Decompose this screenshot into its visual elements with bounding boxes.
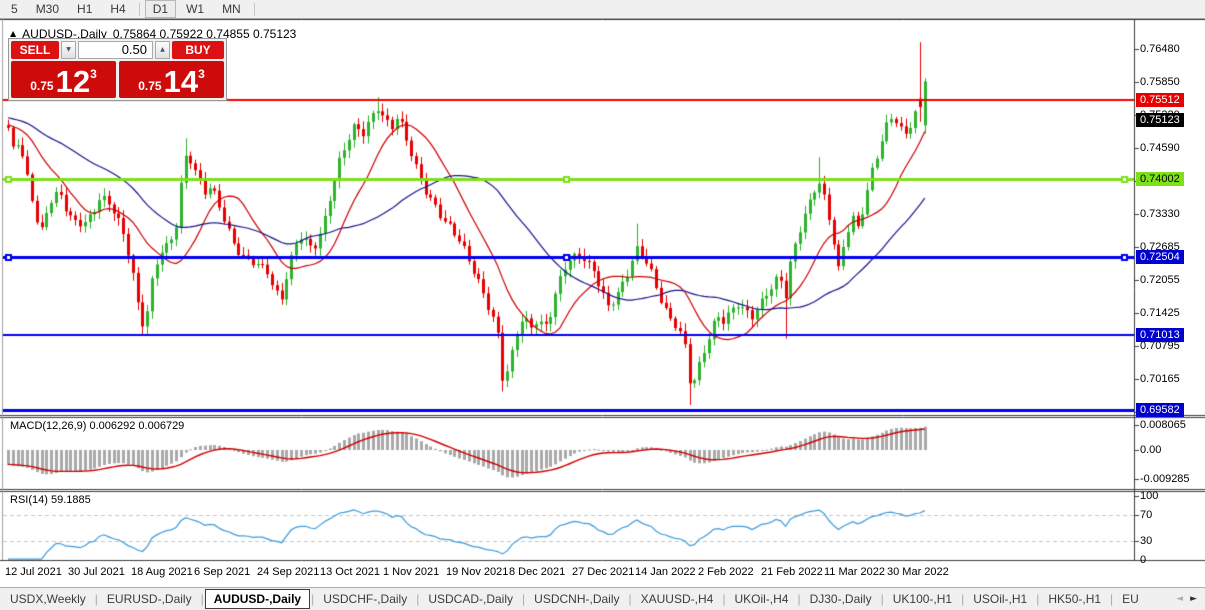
- price-level-chip[interactable]: 0.72504: [1136, 250, 1184, 264]
- date-label: 24 Sep 2021: [257, 566, 319, 578]
- sell-price-prefix: 0.75: [30, 79, 53, 93]
- price-level-chip[interactable]: 0.75512: [1136, 93, 1184, 107]
- toolbar-separator: [139, 3, 140, 16]
- macd-scale-label: -0.009285: [1140, 473, 1190, 485]
- sell-button[interactable]: SELL: [11, 41, 59, 59]
- symbol-tab[interactable]: HK50-,H1: [1040, 589, 1109, 609]
- date-label: 19 Nov 2021: [446, 566, 508, 578]
- symbol-tab[interactable]: USDCNH-,Daily: [526, 589, 627, 609]
- tabs-scroll-left-icon[interactable]: ◄: [1176, 594, 1183, 604]
- one-click-trade-panel: SELL ▼ 0.50 ▲ BUY 0.75 12 3 0.75 14 3: [8, 38, 227, 101]
- tf-w1[interactable]: W1: [178, 0, 212, 18]
- chart-window: ▲ AUDUSD-,Daily 0.75864 0.75922 0.74855 …: [0, 19, 1205, 587]
- date-label: 6 Sep 2021: [194, 566, 250, 578]
- sell-price-pipette: 3: [90, 67, 97, 81]
- toolbar-separator: [254, 3, 255, 16]
- chart-canvas[interactable]: [0, 19, 1205, 587]
- price-level-chip[interactable]: 0.74002: [1136, 172, 1184, 186]
- symbol-tab[interactable]: USOil-,H1: [965, 589, 1035, 609]
- volume-increase-button[interactable]: ▲: [155, 41, 170, 59]
- sell-price-box[interactable]: 0.75 12 3: [11, 61, 116, 98]
- symbol-tab-bar: USDX,Weekly|EURUSD-,Daily|AUDUSD-,Daily|…: [0, 587, 1205, 610]
- price-tick-label: 0.73330: [1140, 208, 1180, 220]
- symbol-tab[interactable]: AUDUSD-,Daily: [205, 589, 310, 609]
- macd-scale-label: 0.008065: [1140, 419, 1186, 431]
- price-level-chip[interactable]: 0.71013: [1136, 328, 1184, 342]
- price-tick-label: 0.74590: [1140, 142, 1180, 154]
- sell-price-pips: 12: [56, 66, 90, 98]
- date-label: 18 Aug 2021: [131, 566, 193, 578]
- price-tick-label: 0.76480: [1140, 43, 1180, 55]
- rsi-scale-label: 100: [1140, 490, 1158, 502]
- price-tick-label: 0.70795: [1140, 340, 1180, 352]
- date-label: 12 Jul 2021: [5, 566, 62, 578]
- date-label: 1 Nov 2021: [383, 566, 439, 578]
- symbol-tab[interactable]: USDCHF-,Daily: [315, 589, 415, 609]
- tf-h1[interactable]: H1: [69, 0, 100, 18]
- tf-d1[interactable]: D1: [145, 0, 176, 18]
- symbol-tab[interactable]: UKOil-,H4: [726, 589, 796, 609]
- macd-label: MACD(12,26,9) 0.006292 0.006729: [10, 420, 184, 432]
- date-label: 30 Mar 2022: [887, 566, 949, 578]
- date-label: 27 Dec 2021: [572, 566, 634, 578]
- price-tick-label: 0.71425: [1140, 307, 1180, 319]
- rsi-scale-label: 0: [1140, 554, 1146, 566]
- symbol-tab[interactable]: UK100-,H1: [885, 589, 960, 609]
- rsi-scale-label: 30: [1140, 535, 1152, 547]
- current-price-chip: 0.75123: [1136, 113, 1184, 127]
- symbol-tab[interactable]: XAUUSD-,H4: [633, 589, 722, 609]
- date-label: 30 Jul 2021: [68, 566, 125, 578]
- date-label: 14 Jan 2022: [635, 566, 696, 578]
- tf-h4[interactable]: H4: [102, 0, 133, 18]
- date-label: 2 Feb 2022: [698, 566, 754, 578]
- date-label: 11 Mar 2022: [824, 566, 885, 578]
- price-tick-label: 0.70165: [1140, 373, 1180, 385]
- price-level-chip[interactable]: 0.69582: [1136, 403, 1184, 417]
- buy-price-box[interactable]: 0.75 14 3: [119, 61, 224, 98]
- tf-m30[interactable]: M30: [28, 0, 67, 18]
- timeframe-toolbar: 5 M30 H1 H4 D1 W1 MN: [0, 0, 1205, 19]
- rsi-scale-label: 70: [1140, 509, 1152, 521]
- volume-input[interactable]: 0.50: [78, 41, 153, 59]
- price-tick-label: 0.72055: [1140, 274, 1180, 286]
- date-label: 8 Dec 2021: [509, 566, 565, 578]
- price-tick-label: 0.75850: [1140, 76, 1180, 88]
- symbol-tab[interactable]: EURUSD-,Daily: [99, 589, 200, 609]
- tabs-scroll-right-icon[interactable]: ►: [1190, 594, 1197, 604]
- date-label: 13 Oct 2021: [320, 566, 380, 578]
- collapse-trade-panel-icon[interactable]: ▲: [10, 29, 16, 38]
- symbol-tab[interactable]: DJ30-,Daily: [802, 589, 880, 609]
- tf-m5[interactable]: 5: [3, 0, 26, 18]
- rsi-label: RSI(14) 59.1885: [10, 494, 91, 506]
- buy-price-prefix: 0.75: [138, 79, 161, 93]
- date-label: 21 Feb 2022: [761, 566, 823, 578]
- buy-price-pipette: 3: [198, 67, 205, 81]
- buy-price-pips: 14: [164, 66, 198, 98]
- terminal-screen: 5 M30 H1 H4 D1 W1 MN ▲ AUDUSD-,Daily 0.7…: [0, 0, 1205, 610]
- symbol-tab[interactable]: USDX,Weekly: [2, 589, 94, 609]
- macd-scale-label: 0.00: [1140, 444, 1161, 456]
- volume-decrease-button[interactable]: ▼: [61, 41, 76, 59]
- symbol-tab[interactable]: USDCAD-,Daily: [420, 589, 521, 609]
- buy-button[interactable]: BUY: [172, 41, 224, 59]
- symbol-tab[interactable]: EU: [1114, 589, 1147, 609]
- tf-mn[interactable]: MN: [214, 0, 249, 18]
